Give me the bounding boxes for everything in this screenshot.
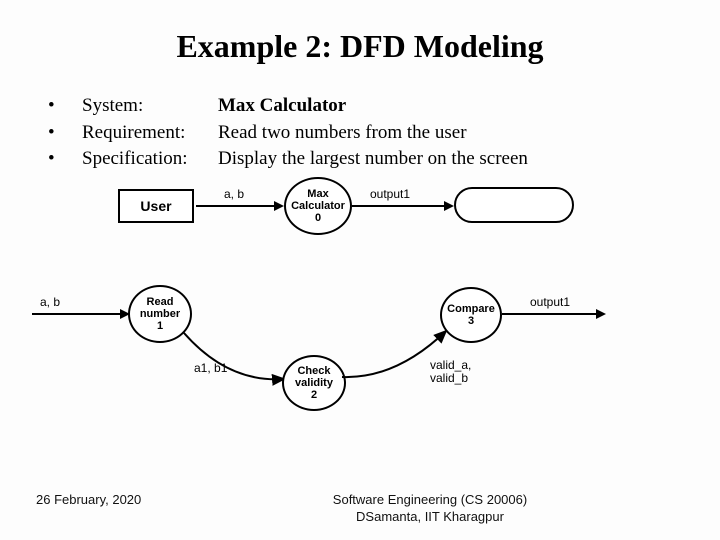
dfd1-p1-name: Read number <box>130 296 190 320</box>
dfd0-flow-out-label: output1 <box>370 187 410 201</box>
dfd0-process-id: 0 <box>315 212 321 224</box>
arrow-head-icon <box>444 201 454 211</box>
dfd1-arrow-p1-p2 <box>178 323 293 389</box>
footer-course: Software Engineering (CS 20006) <box>260 492 600 509</box>
dfd1-flow-in-label: a, b <box>40 295 60 309</box>
dfd1-arrow-out <box>502 313 598 315</box>
bullet-value: Display the largest number on the screen <box>218 146 528 173</box>
dfd1-p1-id: 1 <box>157 320 163 332</box>
bullet-marker: • <box>48 146 58 173</box>
arrow-head-icon <box>274 201 284 211</box>
dfd0-sink <box>454 187 574 223</box>
dfd1-process-compare: Compare 3 <box>440 287 502 343</box>
bullet-item: • Specification: Display the largest num… <box>48 146 690 173</box>
slide-title: Example 2: DFD Modeling <box>0 0 720 65</box>
dfd0-arrow-out <box>352 205 446 207</box>
bullet-marker: • <box>48 93 58 120</box>
dfd1-arrow-in <box>32 313 122 315</box>
bullet-label: Specification: <box>82 146 194 173</box>
footer-date: 26 February, 2020 <box>0 492 260 526</box>
dfd1-p2-name: Check validity <box>284 365 344 389</box>
dfd1-flow-p2p3-label: valid_a, valid_b <box>430 359 471 385</box>
dfd1-p3-id: 3 <box>468 315 474 327</box>
arrow-head-icon <box>596 309 606 319</box>
slide-footer: 26 February, 2020 Software Engineering (… <box>0 492 720 526</box>
footer-author: DSamanta, IIT Kharagpur <box>260 509 600 526</box>
bullet-item: • System: Max Calculator <box>48 93 690 120</box>
bullet-value: Read two numbers from the user <box>218 120 467 147</box>
dfd1-p3-name: Compare <box>447 303 495 315</box>
dfd0-process: Max Calculator 0 <box>284 177 352 235</box>
dfd1-flow-out-label: output1 <box>530 295 570 309</box>
bullet-item: • Requirement: Read two numbers from the… <box>48 120 690 147</box>
dfd0-external-user: User <box>118 189 194 223</box>
bullet-marker: • <box>48 120 58 147</box>
dfd1-flow-p1p2-label: a1, b1 <box>194 361 227 375</box>
dfd1-flow-p2p3-line2: valid_b <box>430 372 471 385</box>
bullet-label: Requirement: <box>82 120 194 147</box>
bullet-label: System: <box>82 93 194 120</box>
dfd0-flow-in-label: a, b <box>224 187 244 201</box>
bullet-list: • System: Max Calculator • Requirement: … <box>0 65 720 183</box>
dfd-diagram: User a, b Max Calculator 0 output1 a, b … <box>0 183 720 443</box>
dfd0-process-name: Max Calculator <box>286 188 350 212</box>
dfd1-p2-id: 2 <box>311 389 317 401</box>
dfd1-flow-p2p3-line1: valid_a, <box>430 359 471 372</box>
dfd0-arrow-in <box>196 205 276 207</box>
bullet-value: Max Calculator <box>218 93 346 120</box>
